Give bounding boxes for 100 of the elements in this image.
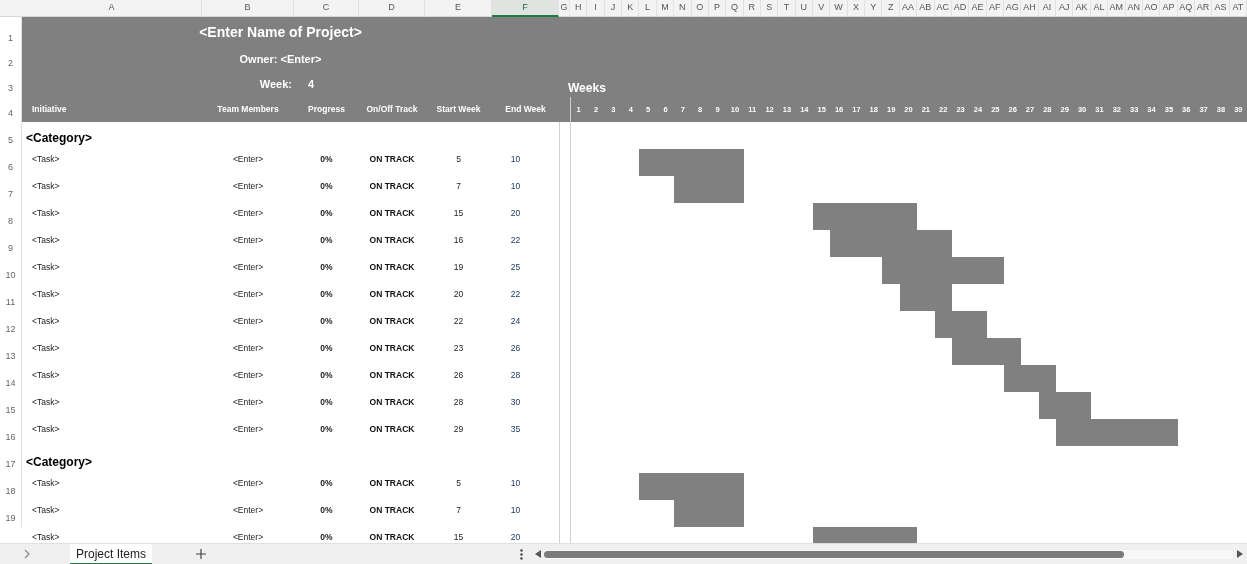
status-cell-text: ON TRACK: [368, 153, 416, 166]
status-cell-text: ON TRACK: [368, 207, 416, 220]
more-options-icon[interactable]: [520, 548, 524, 560]
team-members-cell-text: <Enter>: [231, 315, 265, 328]
column-header[interactable]: B: [202, 0, 294, 17]
end-week-cell-text: 22: [509, 288, 522, 301]
task-cell-text: <Task>: [31, 531, 61, 543]
team-members-cell-text: <Enter>: [231, 369, 265, 382]
column-header[interactable]: K: [622, 0, 640, 17]
end-week-cell-text: 10: [509, 504, 522, 517]
column-header[interactable]: AH: [1021, 0, 1039, 17]
progress-cell-text: 0%: [319, 396, 334, 409]
end-week-cell-text: 20: [509, 207, 522, 220]
gantt-bar: [934, 311, 987, 338]
column-header[interactable]: D: [359, 0, 425, 17]
start-week-cell-text: 29: [452, 423, 465, 436]
status-cell-text: ON TRACK: [368, 261, 416, 274]
status-cell-text: ON TRACK: [368, 288, 416, 301]
start-week-cell-text: 22: [452, 315, 465, 328]
project-title: <Enter Name of Project>: [199, 22, 362, 42]
category-label: <Category>: [25, 454, 94, 471]
column-header[interactable]: T: [778, 0, 796, 17]
column-header[interactable]: E: [425, 0, 492, 17]
start-week-cell-text: 23: [452, 342, 465, 355]
team-members-cell-text: <Enter>: [231, 423, 265, 436]
column-heading: On/Off Track: [366, 103, 418, 116]
start-week-cell-text: 7: [455, 180, 462, 193]
end-week-cell-text: 28: [509, 369, 522, 382]
week-value: 4: [308, 77, 315, 93]
column-header[interactable]: AK: [1073, 0, 1091, 17]
column-heading: End Week: [505, 103, 546, 116]
column-header[interactable]: C: [294, 0, 359, 17]
task-cell-text: <Task>: [31, 288, 61, 301]
progress-cell-text: 0%: [319, 153, 334, 166]
task-cell-text: <Task>: [31, 261, 61, 274]
task-cell-text: <Task>: [31, 504, 61, 517]
status-cell-text: ON TRACK: [368, 477, 416, 490]
team-members-cell-text: <Enter>: [231, 261, 265, 274]
end-week-cell-text: 20: [509, 531, 522, 543]
task-cell-text: <Task>: [31, 477, 61, 490]
gantt-bar: [951, 338, 1022, 365]
progress-cell-text: 0%: [319, 261, 334, 274]
column-heading: Progress: [308, 103, 345, 116]
column-heading: Initiative: [32, 103, 67, 116]
team-members-cell-text: <Enter>: [231, 288, 265, 301]
start-week-cell-text: 20: [452, 288, 465, 301]
column-header[interactable]: W: [830, 0, 848, 17]
column-header[interactable]: H: [570, 0, 588, 17]
team-members-cell-text: <Enter>: [231, 180, 265, 193]
category-label: <Category>: [25, 130, 94, 147]
progress-cell-text: 0%: [319, 477, 334, 490]
status-cell-text: ON TRACK: [368, 234, 416, 247]
column-header[interactable]: V: [813, 0, 831, 17]
status-cell-text: ON TRACK: [368, 423, 416, 436]
progress-cell-text: 0%: [319, 504, 334, 517]
progress-cell-text: 0%: [319, 207, 334, 220]
progress-cell-text: 0%: [319, 288, 334, 301]
task-cell-text: <Task>: [31, 180, 61, 193]
column-header[interactable]: AJ: [1056, 0, 1074, 17]
progress-cell-text: 0%: [319, 315, 334, 328]
scrollbar-thumb[interactable]: [544, 550, 1125, 558]
add-sheet-icon[interactable]: [196, 549, 207, 559]
progress-cell-text: 0%: [319, 423, 334, 436]
owner-label: Owner: <Enter>: [239, 52, 322, 68]
column-header[interactable]: I: [587, 0, 605, 17]
start-week-cell-text: 26: [452, 369, 465, 382]
column-header[interactable]: AS: [1212, 0, 1230, 17]
team-members-cell-text: <Enter>: [231, 234, 265, 247]
column-header[interactable]: Z: [882, 0, 900, 17]
scroll-left-icon[interactable]: [535, 550, 542, 558]
end-week-cell-text: 10: [509, 153, 522, 166]
team-members-cell-text: <Enter>: [231, 153, 265, 166]
column-header[interactable]: N: [674, 0, 692, 17]
end-week-cell-text: 10: [509, 477, 522, 490]
column-header[interactable]: F: [492, 0, 559, 17]
column-header[interactable]: Y: [865, 0, 883, 17]
column-header[interactable]: Q: [726, 0, 744, 17]
chevron-right-icon[interactable]: [24, 549, 30, 559]
end-week-cell-text: 35: [509, 423, 522, 436]
column-header[interactable]: AB: [917, 0, 935, 17]
column-header[interactable]: AM: [1108, 0, 1126, 17]
task-cell-text: <Task>: [31, 153, 61, 166]
status-cell-text: ON TRACK: [368, 396, 416, 409]
start-week-cell-text: 28: [452, 396, 465, 409]
task-cell-text: <Task>: [31, 315, 61, 328]
column-header[interactable]: L: [639, 0, 657, 17]
scroll-right-icon[interactable]: [1237, 550, 1243, 558]
start-week-cell-text: 19: [452, 261, 465, 274]
column-header[interactable]: AE: [969, 0, 987, 17]
column-heading: Team Members: [217, 103, 279, 116]
team-members-cell-text: <Enter>: [231, 531, 265, 543]
column-header[interactable]: A: [22, 0, 202, 17]
column-header[interactable]: AP: [1160, 0, 1178, 17]
status-cell-text: ON TRACK: [368, 342, 416, 355]
sheet-tab[interactable]: Project Items: [70, 543, 153, 564]
start-week-cell-text: 5: [455, 477, 462, 490]
column-heading: Start Week: [436, 103, 481, 116]
start-week-cell-text: 16: [452, 234, 465, 247]
task-cell-text: <Task>: [31, 369, 61, 382]
status-cell-text: ON TRACK: [368, 180, 416, 193]
